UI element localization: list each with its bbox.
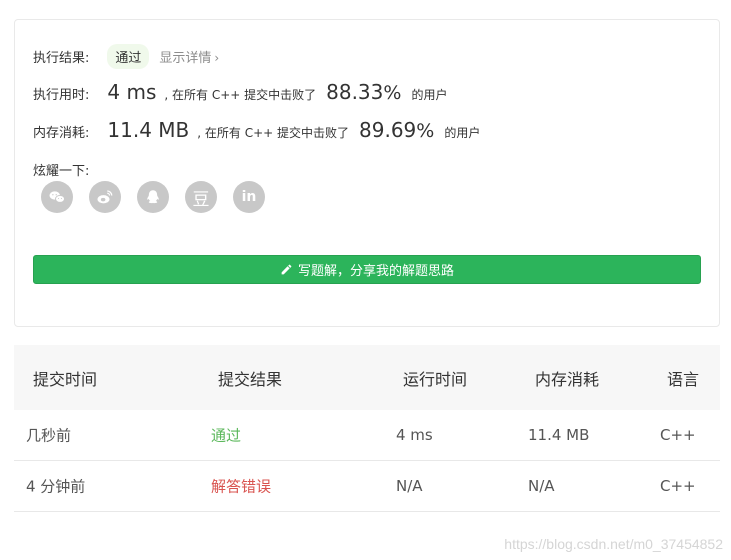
memory-percent: 89.69% [359, 118, 434, 142]
memory-percent-value: 89.69 [359, 118, 417, 142]
header-memory: 内存消耗 [535, 369, 600, 389]
runtime-value: 4 ms [107, 80, 157, 104]
memory-beat-text: , 在所有 C++ 提交中击败了 [197, 126, 350, 140]
weibo-icon[interactable] [89, 181, 121, 213]
result-row: 执行结果: 通过 显示详情 › [33, 44, 219, 69]
pencil-icon [281, 264, 292, 275]
status-badge: 通过 [107, 44, 150, 69]
result-label: 执行结果: [33, 51, 90, 66]
runtime-row: 执行用时: 4 ms , 在所有 C++ 提交中击败了 88.33% 的用户 [33, 80, 447, 104]
share-label: 炫耀一下: [33, 164, 90, 179]
row-runtime: 4 ms [396, 426, 433, 444]
write-solution-label: 写题解，分享我的解题思路 [297, 264, 454, 279]
qq-icon[interactable] [137, 181, 169, 213]
write-solution-button[interactable]: 写题解，分享我的解题思路 [33, 255, 701, 284]
header-submit-time: 提交时间 [33, 369, 98, 389]
runtime-suffix: 的用户 [411, 88, 448, 102]
row-memory: 11.4 MB [528, 426, 590, 444]
header-runtime: 运行时间 [403, 369, 468, 389]
result-card: 执行结果: 通过 显示详情 › 执行用时: 4 ms , 在所有 C++ 提交中击… [14, 19, 720, 327]
memory-suffix: 的用户 [444, 126, 481, 140]
runtime-label: 执行用时: [33, 88, 90, 103]
row-memory: N/A [528, 477, 555, 495]
memory-row: 内存消耗: 11.4 MB , 在所有 C++ 提交中击败了 89.69% 的用… [33, 118, 480, 142]
linkedin-icon[interactable]: in [233, 181, 265, 213]
row-language: C++ [660, 477, 696, 495]
show-details-label: 显示详情 [159, 51, 212, 66]
header-submit-result: 提交结果 [218, 369, 283, 389]
row-language: C++ [660, 426, 696, 444]
row-time: 几秒前 [26, 426, 72, 445]
douban-icon[interactable]: 豆 [185, 181, 217, 213]
header-language: 语言 [667, 369, 700, 389]
memory-value: 11.4 MB [107, 118, 190, 142]
memory-percent-sign: % [416, 120, 435, 142]
runtime-percent: 88.33% [326, 80, 401, 104]
table-row[interactable]: 几秒前 通过 4 ms 11.4 MB C++ [14, 410, 720, 461]
table-header: 提交时间 提交结果 运行时间 内存消耗 语言 [14, 345, 720, 410]
memory-label: 内存消耗: [33, 126, 90, 141]
show-details-link[interactable]: 显示详情 › [159, 47, 219, 66]
table-row[interactable]: 4 分钟前 解答错误 N/A N/A C++ [14, 461, 720, 512]
runtime-percent-sign: % [383, 82, 402, 104]
share-icons: 豆 in [41, 181, 265, 213]
runtime-beat-text: , 在所有 C++ 提交中击败了 [164, 88, 317, 102]
wechat-icon[interactable] [41, 181, 73, 213]
row-result-link[interactable]: 解答错误 [211, 476, 271, 497]
row-result-link[interactable]: 通过 [211, 425, 241, 446]
row-runtime: N/A [396, 477, 423, 495]
submissions-table: 提交时间 提交结果 运行时间 内存消耗 语言 几秒前 通过 4 ms 11.4 … [14, 345, 720, 512]
watermark: https://blog.csdn.net/m0_37454852 [504, 536, 723, 552]
chevron-right-icon: › [214, 51, 220, 65]
runtime-percent-value: 88.33 [326, 80, 384, 104]
row-time: 4 分钟前 [26, 477, 86, 496]
